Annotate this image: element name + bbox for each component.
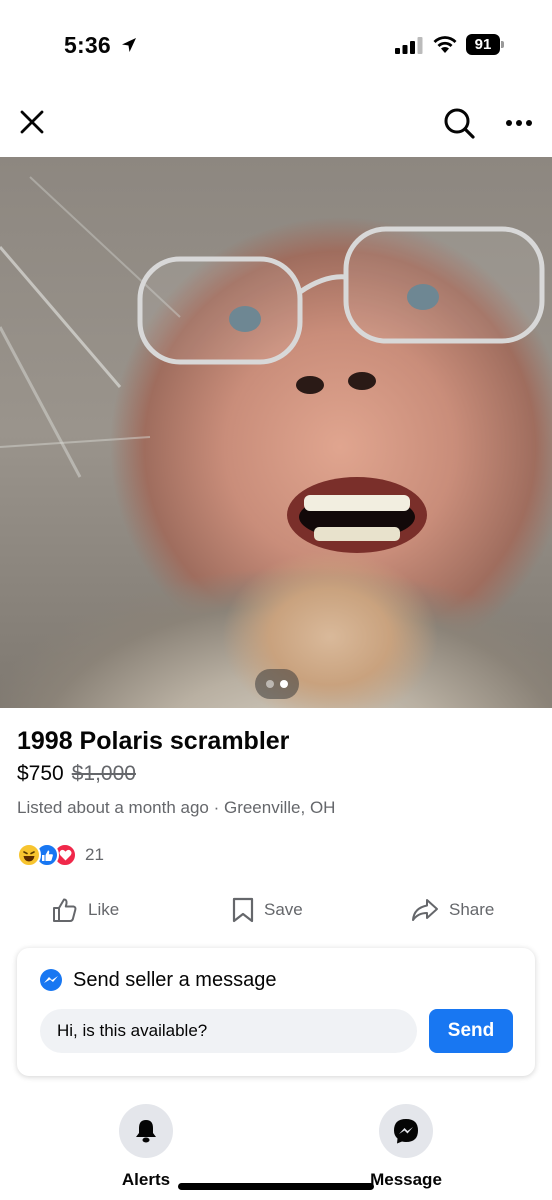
face-features-decoration [137, 226, 545, 394]
message-label: Message [370, 1170, 442, 1189]
share-button[interactable]: Share [411, 888, 494, 932]
more-options-button[interactable] [500, 104, 538, 142]
message-circle [379, 1104, 433, 1158]
top-nav [0, 92, 552, 156]
share-label: Share [449, 900, 495, 919]
reaction-count: 21 [85, 845, 104, 864]
listing-original-price: $1,000 [71, 762, 136, 785]
listing-title: 1998 Polaris scrambler [17, 727, 290, 755]
like-label: Like [88, 900, 120, 919]
action-row: Like Save Share [0, 888, 552, 932]
wifi-icon [433, 36, 457, 53]
search-button[interactable] [440, 104, 478, 142]
alerts-button[interactable]: Alerts [96, 1104, 196, 1190]
page-dot [266, 680, 274, 688]
messenger-icon [394, 1119, 418, 1144]
alerts-circle [119, 1104, 173, 1158]
battery-indicator: 91 [466, 34, 504, 55]
photo-page-indicator [255, 669, 299, 699]
like-button[interactable]: Like [52, 888, 119, 932]
share-arrow-icon [412, 899, 438, 921]
close-button[interactable] [14, 104, 50, 140]
page-dot-active [280, 680, 288, 688]
listing-price: $750 [17, 762, 64, 785]
battery-level: 91 [466, 34, 500, 55]
message-button[interactable]: Message [356, 1104, 456, 1190]
messenger-icon [40, 969, 62, 991]
status-time: 5:36 [64, 32, 111, 58]
close-icon [20, 110, 44, 134]
save-label: Save [264, 900, 303, 919]
search-icon [444, 108, 475, 139]
thumbs-up-icon [53, 898, 77, 922]
message-seller-card: Send seller a message Hi, is this availa… [17, 948, 535, 1076]
message-card-title: Send seller a message [73, 968, 277, 991]
bookmark-icon [232, 897, 254, 923]
message-input[interactable]: Hi, is this available? [40, 1009, 417, 1053]
status-bar: 5:36 91 [0, 0, 552, 92]
send-button[interactable]: Send [429, 1009, 513, 1053]
alerts-label: Alerts [121, 1170, 171, 1189]
listing-meta: Listed about a month ago · Greenville, O… [17, 798, 336, 817]
price-row: $750 $1,000 [17, 762, 136, 786]
haha-reaction-icon [17, 843, 41, 867]
listing-photo[interactable] [0, 157, 552, 708]
battery-nub [501, 41, 504, 48]
message-card-header: Send seller a message [39, 968, 276, 992]
save-button[interactable]: Save [232, 888, 303, 932]
bell-icon [136, 1120, 156, 1143]
reactions-summary[interactable]: 21 [17, 842, 104, 868]
location-arrow-icon [122, 38, 136, 52]
home-indicator[interactable] [178, 1183, 374, 1190]
more-horizontal-icon [506, 120, 532, 126]
mouth-decoration [287, 477, 427, 553]
cellular-signal-icon [395, 37, 423, 54]
